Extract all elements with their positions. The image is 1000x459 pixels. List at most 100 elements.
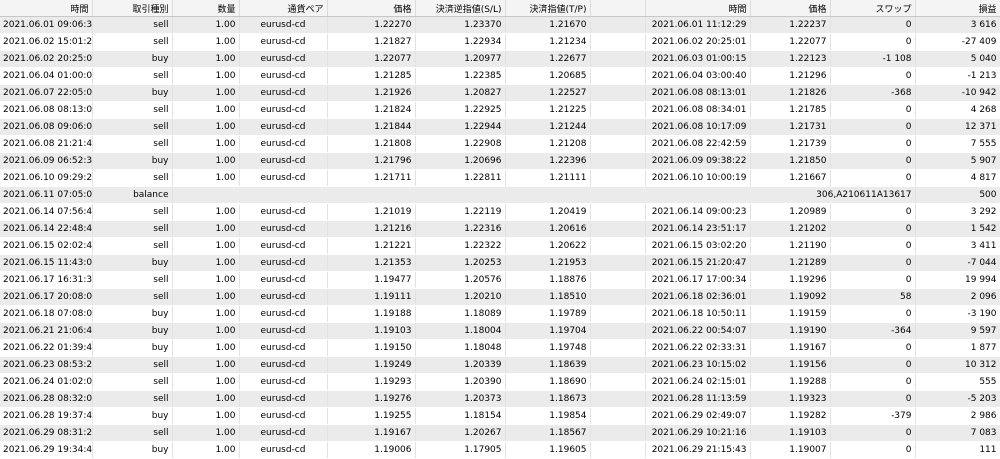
cell-swap: 0: [830, 16, 916, 34]
table-row[interactable]: 2021.06.01 09:06:36 sell 1.00 eurusd-cd 1.22…: [0, 16, 1000, 34]
cell-close-time: 2021.06.10 10:00:19: [645, 169, 751, 187]
table-row[interactable]: 2021.06.22 01:39:44 buy 1.00 eurusd-cd 1.191…: [0, 339, 1000, 357]
cell-take-profit: 1.18876: [505, 271, 591, 289]
cell-blank: [590, 390, 646, 408]
column-header-lots[interactable]: 数量: [172, 0, 240, 17]
table-row[interactable]: 2021.06.29 08:31:22 sell 1.00 eurusd-cd 1.19…: [0, 424, 1000, 442]
cell-type: buy: [92, 305, 173, 323]
cell-stop-loss: 1.22944: [415, 118, 506, 136]
cell-time: 2021.06.09 06:52:35: [0, 152, 93, 170]
table-row[interactable]: 2021.06.17 16:31:37 sell 1.00 eurusd-cd 1.19…: [0, 271, 1000, 289]
table-row[interactable]: 2021.06.28 19:37:47 buy 1.00 eurusd-cd 1.192…: [0, 407, 1000, 425]
column-header-time[interactable]: 時間: [0, 0, 93, 17]
table-row[interactable]: 2021.06.08 08:13:05 sell 1.00 eurusd-cd 1.21…: [0, 101, 1000, 119]
cell-swap: -368: [830, 84, 916, 102]
table-row[interactable]: 2021.06.04 01:00:07 sell 1.00 eurusd-cd 1.21…: [0, 67, 1000, 85]
table-row-balance[interactable]: 2021.06.11 07:05:01 balance 306,A210611A13…: [0, 186, 1000, 204]
cell-close-time: 2021.06.18 10:50:11: [645, 305, 751, 323]
table-row[interactable]: 2021.06.28 08:32:05 sell 1.00 eurusd-cd 1.19…: [0, 390, 1000, 408]
cell-take-profit: 1.18510: [505, 288, 591, 306]
cell-type: buy: [92, 407, 173, 425]
table-row[interactable]: 2021.06.10 09:29:28 sell 1.00 eurusd-cd 1.21…: [0, 169, 1000, 187]
table-row[interactable]: 2021.06.15 11:43:09 buy 1.00 eurusd-cd 1.213…: [0, 254, 1000, 272]
cell-close-time: 2021.06.22 02:33:31: [645, 339, 751, 357]
table-row[interactable]: 2021.06.18 07:08:03 buy 1.00 eurusd-cd 1.191…: [0, 305, 1000, 323]
table-row[interactable]: 2021.06.29 19:34:41 buy 1.00 eurusd-cd 1.190…: [0, 441, 1000, 459]
column-header-take-profit[interactable]: 決済指値(T/P): [505, 0, 591, 17]
cell-profit: 500: [915, 186, 1000, 204]
cell-profit: 3 616: [915, 16, 1000, 34]
cell-time: 2021.06.02 20:25:02: [0, 50, 93, 68]
cell-blank: [590, 169, 646, 187]
cell-close-time: 2021.06.08 10:17:09: [645, 118, 751, 136]
cell-close-price: 1.21785: [750, 101, 831, 119]
cell-close-price: 1.21202: [750, 220, 831, 238]
cell-type: sell: [92, 67, 173, 85]
cell-close-price: 1.19296: [750, 271, 831, 289]
column-header-swap[interactable]: スワップ: [830, 0, 916, 17]
cell-symbol: eurusd-cd: [239, 390, 328, 408]
table-row[interactable]: 2021.06.02 20:25:02 buy 1.00 eurusd-cd 1.220…: [0, 50, 1000, 68]
column-header-profit[interactable]: 損益: [915, 0, 1000, 17]
table-header-row: 時間 取引種別 数量 通貨ペア 価格 決済逆指値(S/L) 決済指値(T/P) …: [0, 0, 1000, 17]
column-header-close-time[interactable]: 時間: [645, 0, 751, 17]
cell-time: 2021.06.15 11:43:09: [0, 254, 93, 272]
table-row[interactable]: 2021.06.02 15:01:24 sell 1.00 eurusd-cd 1.21…: [0, 33, 1000, 51]
cell-close-price: 1.19167: [750, 339, 831, 357]
cell-profit: 19 994: [915, 271, 1000, 289]
cell-close-price: 1.19092: [750, 288, 831, 306]
cell-profit: 12 371: [915, 118, 1000, 136]
table-row[interactable]: 2021.06.08 21:21:48 sell 1.00 eurusd-cd 1.21…: [0, 135, 1000, 153]
cell-swap: 0: [830, 424, 916, 442]
column-header-stop-loss[interactable]: 決済逆指値(S/L): [415, 0, 506, 17]
table-row[interactable]: 2021.06.14 22:48:41 sell 1.00 eurusd-cd 1.21…: [0, 220, 1000, 238]
cell-close-time: 2021.06.29 10:21:16: [645, 424, 751, 442]
cell-profit: 2 096: [915, 288, 1000, 306]
cell-take-profit: 1.22396: [505, 152, 591, 170]
cell-take-profit: 1.19748: [505, 339, 591, 357]
cell-type: sell: [92, 237, 173, 255]
table-row[interactable]: 2021.06.17 20:08:01 sell 1.00 eurusd-cd 1.19…: [0, 288, 1000, 306]
cell-price: 1.19255: [327, 407, 416, 425]
table-row[interactable]: 2021.06.09 06:52:35 buy 1.00 eurusd-cd 1.217…: [0, 152, 1000, 170]
table-row[interactable]: 2021.06.07 22:05:01 buy 1.00 eurusd-cd 1.219…: [0, 84, 1000, 102]
column-header-blank[interactable]: [590, 0, 646, 17]
cell-symbol: eurusd-cd: [239, 118, 328, 136]
cell-take-profit: 1.19854: [505, 407, 591, 425]
column-header-price[interactable]: 価格: [327, 0, 416, 17]
cell-take-profit: 1.22527: [505, 84, 591, 102]
cell-price: 1.19276: [327, 390, 416, 408]
cell-stop-loss: 1.22322: [415, 237, 506, 255]
cell-lots: 1.00: [172, 67, 240, 85]
column-header-type[interactable]: 取引種別: [92, 0, 173, 17]
column-header-symbol[interactable]: 通貨ペア: [239, 0, 328, 17]
cell-time: 2021.06.22 01:39:44: [0, 339, 93, 357]
cell-take-profit: 1.21670: [505, 16, 591, 34]
cell-lots: 1.00: [172, 118, 240, 136]
table-row[interactable]: 2021.06.08 09:06:02 sell 1.00 eurusd-cd 1.21…: [0, 118, 1000, 136]
cell-lots: 1.00: [172, 407, 240, 425]
table-row[interactable]: 2021.06.14 07:56:43 sell 1.00 eurusd-cd 1.21…: [0, 203, 1000, 221]
table-row[interactable]: 2021.06.23 08:53:22 sell 1.00 eurusd-cd 1.19…: [0, 356, 1000, 374]
cell-type: sell: [92, 373, 173, 391]
cell-blank: [590, 16, 646, 34]
column-header-close-price[interactable]: 価格: [750, 0, 831, 17]
cell-price: 1.21019: [327, 203, 416, 221]
cell-blank: [590, 33, 646, 51]
table-row[interactable]: 2021.06.15 02:02:44 sell 1.00 eurusd-cd 1.21…: [0, 237, 1000, 255]
cell-close-price: 1.19103: [750, 424, 831, 442]
cell-price: 1.22270: [327, 16, 416, 34]
cell-close-price: 1.21190: [750, 237, 831, 255]
cell-price: 1.19111: [327, 288, 416, 306]
cell-blank: [590, 50, 646, 68]
cell-stop-loss: 1.18004: [415, 322, 506, 340]
cell-close-price: 1.19190: [750, 322, 831, 340]
cell-symbol: eurusd-cd: [239, 271, 328, 289]
cell-stop-loss: 1.22925: [415, 101, 506, 119]
table-row[interactable]: 2021.06.21 21:06:47 buy 1.00 eurusd-cd 1.191…: [0, 322, 1000, 340]
cell-swap: 0: [830, 441, 916, 459]
cell-close-time: 2021.06.23 10:15:02: [645, 356, 751, 374]
cell-profit: 7 083: [915, 424, 1000, 442]
cell-type: buy: [92, 84, 173, 102]
table-row[interactable]: 2021.06.24 01:02:08 sell 1.00 eurusd-cd 1.19…: [0, 373, 1000, 391]
